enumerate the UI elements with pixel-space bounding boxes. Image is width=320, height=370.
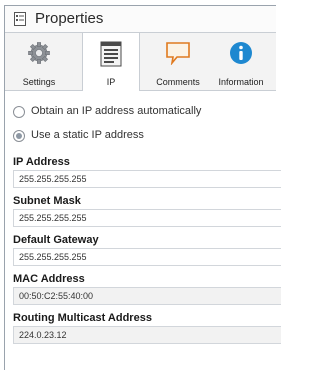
ip-address-input[interactable]: 255.255.255.255	[13, 170, 281, 188]
info-icon	[230, 42, 252, 64]
tab-settings-label: Settings	[22, 77, 56, 87]
routing-multicast-address-field: 224.0.23.12	[13, 326, 281, 344]
radio-label: Obtain an IP address automatically	[31, 105, 202, 117]
panel-titlebar: Properties	[5, 6, 276, 33]
tab-ip[interactable]: IP	[82, 33, 140, 91]
tab-comments-label: Comments	[156, 77, 200, 87]
ip-address-label: IP Address	[13, 156, 70, 168]
radio-button[interactable]	[13, 106, 25, 118]
speech-bubble-icon	[166, 42, 190, 65]
properties-icon	[14, 12, 26, 26]
tab-strip: Settings IP Comments Information	[5, 33, 276, 91]
tab-information-label: Information	[218, 77, 264, 87]
panel-title: Properties	[35, 10, 104, 27]
gear-icon	[28, 42, 50, 64]
subnet-mask-input[interactable]: 255.255.255.255	[13, 209, 281, 227]
tab-information[interactable]: Information	[211, 33, 271, 90]
tab-settings[interactable]: Settings	[13, 33, 65, 90]
default-gateway-input[interactable]: 255.255.255.255	[13, 248, 281, 266]
mac-address-field: 00:50:C2:55:40:00	[13, 287, 281, 305]
properties-panel: Properties Settings IP Comments Informat…	[4, 5, 281, 370]
mac-address-label: MAC Address	[13, 273, 85, 285]
network-list-icon	[100, 41, 122, 67]
radio-button-selected[interactable]	[13, 130, 25, 142]
routing-multicast-address-label: Routing Multicast Address	[13, 312, 152, 324]
default-gateway-label: Default Gateway	[13, 234, 99, 246]
tab-comments[interactable]: Comments	[148, 33, 208, 90]
subnet-mask-label: Subnet Mask	[13, 195, 81, 207]
radio-label: Use a static IP address	[31, 129, 144, 141]
tab-ip-label: IP	[106, 77, 116, 87]
